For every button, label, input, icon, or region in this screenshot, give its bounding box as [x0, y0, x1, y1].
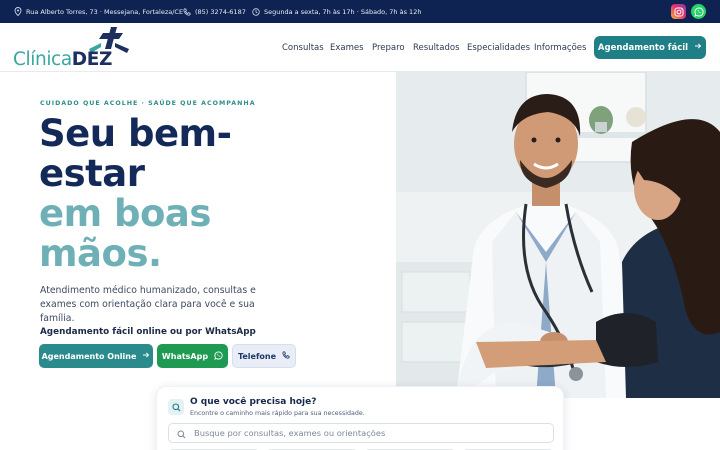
clinic-logo[interactable]: ClínicaDEZ	[13, 27, 133, 70]
site-header: ClínicaDEZ Consultas Exames Preparo Resu…	[0, 23, 720, 72]
nav-label: Resultados	[413, 42, 460, 53]
whatsapp-label: WhatsApp	[161, 351, 209, 361]
schedule-text: Agendamento fácil online ou por WhatsApp	[40, 327, 256, 337]
logo-suffix: DEZ	[71, 49, 113, 70]
hero-title-line-4: mãos.	[39, 232, 162, 275]
arrow-right-icon	[142, 351, 150, 361]
location-pin-icon	[13, 7, 22, 16]
phone-text: (85) 3274-6187	[195, 7, 246, 16]
online-booking-button[interactable]: Agendamento Online	[39, 344, 153, 368]
hero-title-line-2: estar	[39, 152, 145, 195]
nav-preparo[interactable]: Preparo	[372, 23, 405, 72]
nav-resultados[interactable]: Resultados	[413, 23, 460, 72]
logo-prefix: Clínica	[13, 49, 72, 70]
hero-photo-doctor-patient	[396, 72, 720, 398]
nav-label: Especialidades	[467, 42, 531, 53]
phone-icon	[182, 7, 191, 16]
nav-consultas[interactable]: Consultas	[282, 23, 324, 72]
hours-info: Segunda a sexta, 7h às 17h · Sábado, 7h …	[251, 0, 421, 23]
header-schedule-button[interactable]: Agendamento fácil	[594, 36, 706, 59]
hero-eyebrow: CUIDADO QUE ACOLHE · SAÚDE QUE ACOMPANHA	[40, 100, 256, 107]
hero-title-line-3: em boas	[39, 192, 211, 235]
search-box[interactable]	[168, 423, 554, 443]
search-input[interactable]	[194, 428, 534, 438]
header-schedule-label: Agendamento fácil	[597, 42, 689, 53]
clock-icon	[251, 7, 260, 16]
nav-especialidades[interactable]: Especialidades	[467, 23, 530, 72]
nav-label: Preparo	[372, 42, 405, 53]
nav-label: Informações	[534, 42, 587, 53]
nav-label: Consultas	[282, 42, 324, 53]
arrow-right-icon	[694, 42, 702, 53]
logo-text: ClínicaDEZ	[13, 49, 112, 70]
nav-informacoes[interactable]: Informações	[534, 23, 586, 72]
hero-title-line-1: Seu bem-	[39, 112, 232, 155]
whatsapp-icon[interactable]	[691, 4, 706, 19]
search-card: O que você precisa hoje? Encontre o cami…	[156, 386, 564, 450]
phone-info[interactable]: (85) 3274-6187	[182, 0, 246, 23]
phone-button[interactable]: Telefone	[232, 344, 296, 368]
search-icon	[168, 399, 184, 415]
instagram-icon[interactable]	[671, 4, 686, 19]
hours-text: Segunda a sexta, 7h às 17h · Sábado, 7h …	[264, 7, 422, 16]
whatsapp-button[interactable]: WhatsApp	[157, 344, 228, 368]
address-info: Rua Alberto Torres, 73 · Messejana, Fort…	[13, 0, 183, 23]
whatsapp-icon	[214, 350, 223, 362]
online-booking-label: Agendamento Online	[41, 351, 137, 361]
search-card-subtitle: Encontre o caminho mais rápido para sua …	[190, 410, 365, 417]
phone-icon	[282, 351, 290, 361]
top-info-bar: Rua Alberto Torres, 73 · Messejana, Fort…	[0, 0, 720, 23]
search-icon	[177, 424, 186, 443]
phone-label: Telefone	[237, 351, 277, 361]
nav-exames[interactable]: Exames	[330, 23, 364, 72]
hero-description: Atendimento médico humanizado, consultas…	[40, 285, 256, 324]
search-card-title: O que você precisa hoje?	[190, 397, 317, 407]
nav-label: Exames	[330, 42, 364, 53]
address-text: Rua Alberto Torres, 73 · Messejana, Fort…	[26, 7, 184, 16]
